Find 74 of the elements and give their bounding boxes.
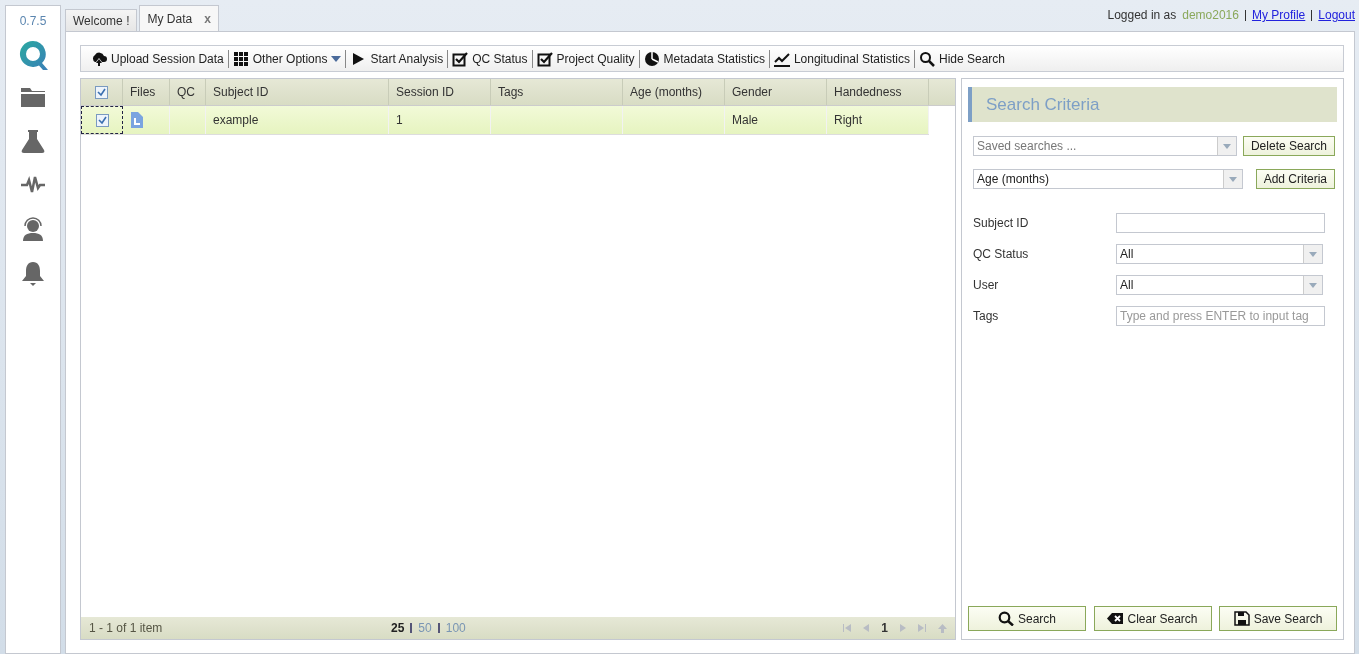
line-icon <box>773 50 790 67</box>
pie-icon <box>643 50 660 67</box>
file-icon[interactable] <box>130 112 144 128</box>
header-link[interactable]: My Profile <box>1251 8 1306 22</box>
version-label: 0.7.5 <box>19 14 47 28</box>
field-label: Subject ID <box>973 216 1030 230</box>
column-header[interactable]: Gender <box>725 79 827 105</box>
search-icon <box>998 611 1014 626</box>
search-panel-button[interactable]: Save Search <box>1219 606 1337 631</box>
column-header[interactable]: QC <box>170 79 206 105</box>
caret-icon <box>331 55 342 62</box>
grid-icon <box>232 50 249 67</box>
row-checkbox[interactable] <box>95 113 109 127</box>
search-icon <box>919 50 935 67</box>
search-panel-button[interactable]: Clear Search <box>1093 606 1212 631</box>
saved-searches-dropdown[interactable]: Saved searches ... <box>973 136 1237 156</box>
page-size-option[interactable]: 25 <box>391 621 405 635</box>
table-cell: example <box>213 113 259 127</box>
previous-page-icon[interactable] <box>863 624 870 632</box>
backspace-icon <box>1107 611 1124 626</box>
dropdown-field[interactable]: All <box>1116 275 1323 295</box>
select-all-checkbox[interactable] <box>95 85 108 99</box>
first-page-icon[interactable] <box>843 624 852 632</box>
next-page-icon[interactable] <box>900 624 906 632</box>
toolbar-button[interactable]: Longitudinal Statistics <box>769 47 914 70</box>
flask-icon[interactable] <box>20 128 46 154</box>
tab[interactable]: Welcome ! <box>65 9 138 31</box>
column-header[interactable]: Subject ID <box>206 79 389 105</box>
toolbar-button[interactable]: Hide Search <box>915 47 1010 70</box>
field-label: QC Status <box>973 247 1030 261</box>
field-label: User <box>973 278 1000 292</box>
column-header[interactable]: Files <box>123 79 170 105</box>
toolbar-button[interactable]: Metadata Statistics <box>639 47 769 70</box>
table-cell: Right <box>834 113 862 127</box>
search-panel-button[interactable]: Search <box>968 606 1086 631</box>
dropdown-arrow-icon[interactable] <box>1309 251 1317 257</box>
column-header[interactable]: Age (months) <box>623 79 725 105</box>
tags-input-field[interactable]: Type and press ENTER to input tag <box>1116 306 1325 326</box>
tab[interactable]: My Data x <box>139 5 219 31</box>
username: demo2016 <box>1182 8 1239 22</box>
table-cell: Male <box>732 113 758 127</box>
bell-icon[interactable] <box>20 260 46 286</box>
panel-title: Search Criteria <box>968 87 1337 122</box>
close-icon[interactable]: x <box>204 11 211 26</box>
last-page-icon[interactable] <box>918 624 926 632</box>
check-icon <box>536 50 553 67</box>
dropdown-arrow-icon[interactable] <box>1309 282 1317 288</box>
input-field[interactable] <box>1116 213 1325 233</box>
check-icon <box>452 50 469 67</box>
q-logo-icon <box>17 38 49 70</box>
upload-icon <box>91 50 107 67</box>
column-header[interactable]: Session ID <box>389 79 491 105</box>
header-link[interactable]: Logout <box>1318 8 1355 22</box>
table-row[interactable]: example 1 Male Right <box>81 106 929 135</box>
toolbar-button[interactable]: Upload Session Data <box>87 47 228 70</box>
column-header[interactable]: Handedness <box>827 79 929 105</box>
toolbar-button[interactable]: Start Analysis <box>346 47 448 70</box>
table-cell: 1 <box>396 113 403 127</box>
dropdown-arrow-icon[interactable] <box>1229 176 1237 182</box>
logged-in-label: Logged in as <box>1107 8 1177 22</box>
column-header[interactable]: Tags <box>491 79 623 105</box>
headset-user-icon[interactable] <box>20 216 46 242</box>
field-label: Tags <box>973 309 1000 323</box>
current-page[interactable]: 1 <box>881 621 888 635</box>
refresh-icon[interactable] <box>938 623 947 633</box>
pager-summary: 1 - 1 of 1 item <box>89 621 164 635</box>
add-criteria-button[interactable]: Add Criteria <box>1255 169 1335 189</box>
criteria-dropdown[interactable]: Age (months) <box>973 169 1243 189</box>
toolbar-button[interactable]: Other Options <box>228 47 346 70</box>
delete-search-button[interactable]: Delete Search <box>1242 136 1335 156</box>
dropdown-field[interactable]: All <box>1116 244 1323 264</box>
toolbar-button[interactable]: Project Quality <box>532 47 639 70</box>
toolbar-button[interactable]: QC Status <box>448 47 532 70</box>
dropdown-arrow-icon[interactable] <box>1223 143 1231 149</box>
